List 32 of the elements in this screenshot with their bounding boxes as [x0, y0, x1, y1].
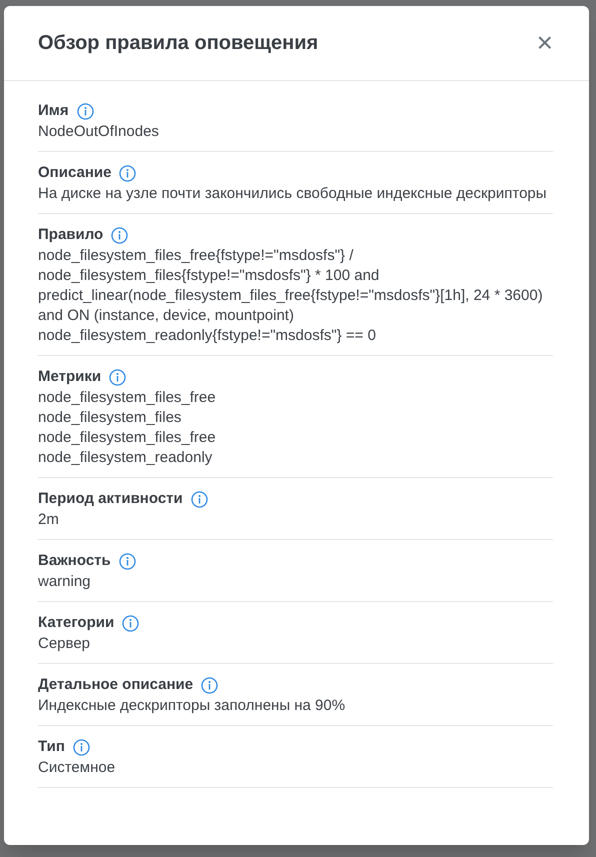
field-value: node_filesystem_files_free{fstype!="msdosfs"} / node_filesystem_files{fstype!="msdosfs"} * 100 and predict_linear(node_filesystem_files_free{fstype!="msdosfs"}[1h], 24 * 3600) and ON (instance, device, mountpoint) node_filesystem_readonly{fstype!="msdosfs"} == 0: [38, 246, 544, 346]
info-icon[interactable]: [190, 490, 208, 508]
info-icon[interactable]: [122, 614, 140, 632]
field-value: NodeOutOfInodes: [38, 122, 160, 142]
info-icon[interactable]: [118, 552, 136, 570]
field-label: Правило: [38, 224, 104, 245]
field-label: Детальное описание: [38, 674, 194, 695]
field-value: node_filesystem_files_free: [38, 428, 217, 448]
field-label: Период активности: [38, 488, 183, 509]
info-icon[interactable]: [119, 164, 136, 182]
field-value: Индексные дескрипторы заполнены на 90%: [38, 696, 346, 716]
field-label: Тип: [38, 736, 65, 757]
field-value: warning: [38, 572, 92, 592]
field-label: Имя: [38, 100, 69, 121]
info-icon[interactable]: [76, 102, 94, 120]
info-icon[interactable]: [201, 676, 218, 694]
field-value: 2m: [38, 510, 60, 530]
info-icon[interactable]: [72, 738, 90, 756]
field-label: Категории: [38, 612, 114, 633]
info-icon[interactable]: [111, 226, 128, 244]
field-value: node_filesystem_readonly: [38, 448, 214, 468]
field-label: Важность: [38, 550, 111, 571]
info-icon[interactable]: [109, 368, 126, 386]
field-value: Сервер: [38, 634, 92, 654]
dialog-title: Обзор правила оповещения: [38, 31, 318, 56]
field-value: node_filesystem_files_free: [38, 388, 217, 408]
field-value: На диске на узле почти закончились свободные индексные дескрипторы: [38, 184, 548, 204]
field-label: Описание: [38, 162, 112, 183]
close-button[interactable]: ×: [536, 29, 553, 57]
field-label: Метрики: [38, 366, 102, 387]
field-value: Системное: [38, 758, 116, 778]
field-value: node_filesystem_files: [38, 408, 182, 428]
